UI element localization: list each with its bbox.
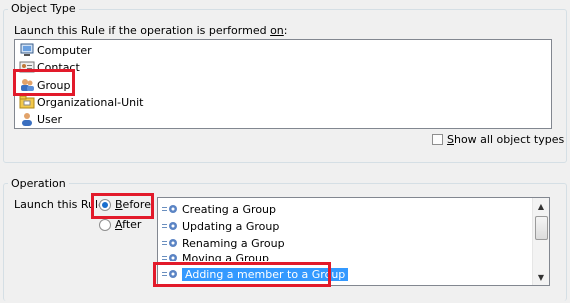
scroll-down-icon[interactable]: ▼ (533, 269, 549, 285)
checkbox-box[interactable] (432, 134, 443, 145)
object-type-prompt: Launch this Rule if the operation is per… (14, 24, 288, 37)
after-radio[interactable]: After (99, 218, 141, 231)
after-radio-dot[interactable] (99, 218, 111, 231)
user-icon (19, 111, 35, 127)
object-type-title: Object Type (8, 2, 79, 15)
rule-gear-icon (162, 251, 180, 261)
object-type-list[interactable]: Computer Contact Group Organizational-Un… (14, 39, 552, 129)
organizational-unit-icon (19, 94, 35, 110)
list-item-organizational-unit[interactable]: Organizational-Unit (19, 94, 143, 110)
computer-icon (19, 42, 35, 58)
list-item-computer[interactable]: Computer (19, 42, 92, 58)
scroll-up-icon[interactable]: ▲ (533, 198, 549, 214)
show-all-object-types-checkbox[interactable]: Show all object types (432, 133, 564, 146)
adding-member-highlight-box (153, 262, 331, 287)
operation-item[interactable]: Creating a Group (162, 201, 276, 217)
rule-gear-icon (162, 219, 180, 233)
list-item-user[interactable]: User (19, 111, 62, 127)
scroll-thumb[interactable] (535, 216, 548, 240)
rule-gear-icon (162, 202, 180, 216)
operation-list-scrollbar[interactable]: ▲ ▼ (532, 198, 549, 285)
group-highlight-box (13, 69, 75, 96)
operation-title: Operation (8, 177, 69, 190)
operation-item[interactable]: Updating a Group (162, 218, 279, 234)
rule-gear-icon (162, 236, 180, 250)
operation-item[interactable]: Renaming a Group (162, 235, 285, 251)
before-highlight-box (91, 193, 154, 219)
operation-item[interactable]: Moving a Group (162, 251, 269, 261)
